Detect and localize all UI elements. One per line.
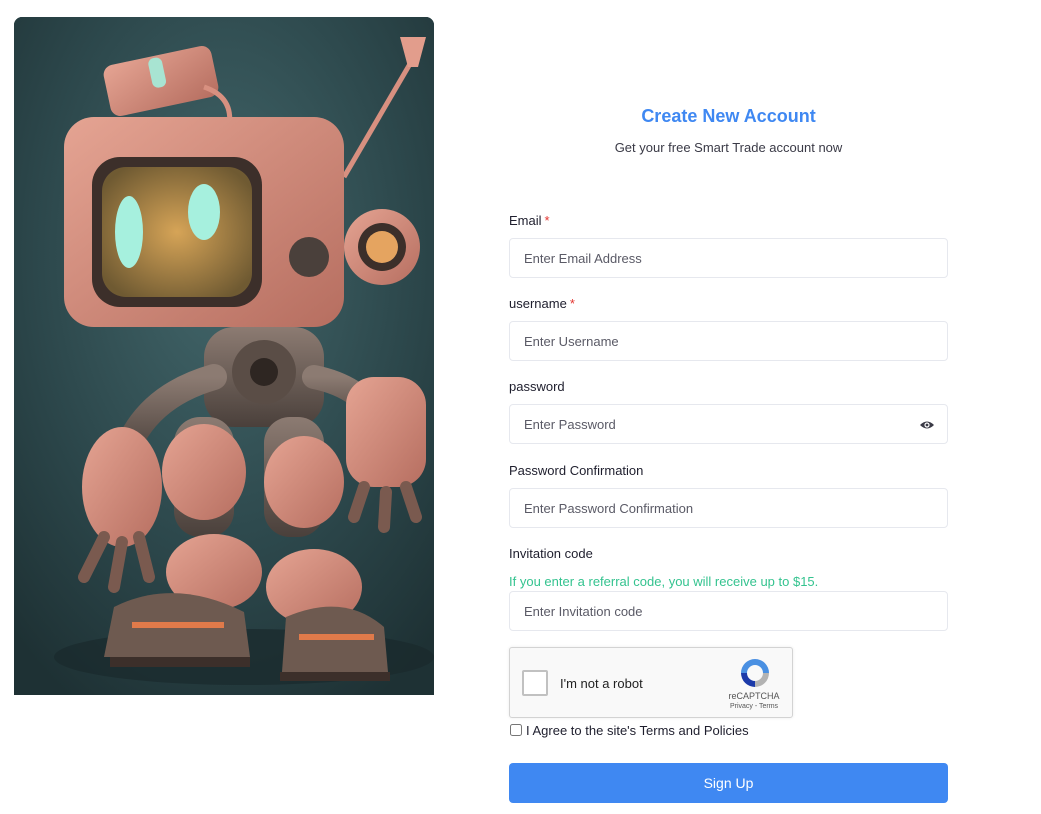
username-field[interactable] (509, 321, 948, 361)
recaptcha-brand: reCAPTCHA (728, 691, 780, 701)
hero-robot-illustration (14, 17, 434, 695)
invitation-code-field[interactable] (509, 591, 948, 631)
invitation-code-label: Invitation code (509, 546, 593, 561)
email-label-text: Email (509, 213, 542, 228)
username-label-text: username (509, 296, 567, 311)
eye-icon[interactable] (919, 417, 935, 433)
page-subtitle: Get your free Smart Trade account now (614, 140, 843, 155)
sign-up-button[interactable]: Sign Up (509, 763, 948, 803)
password-field[interactable] (509, 404, 948, 444)
recaptcha-logo-icon (741, 659, 769, 687)
required-mark: * (569, 296, 575, 311)
recaptcha-label: I'm not a robot (560, 676, 643, 691)
terms-label: I Agree to the site's Terms and Policies (526, 722, 749, 738)
email-label: Email * (509, 213, 550, 228)
required-mark: * (544, 213, 550, 228)
password-confirmation-field[interactable] (509, 488, 948, 528)
recaptcha-checkbox[interactable] (522, 670, 548, 696)
recaptcha-widget: I'm not a robot reCAPTCHA Privacy - Term… (509, 647, 793, 718)
page-title: Create New Account (641, 106, 816, 126)
referral-hint: If you enter a referral code, you will r… (509, 574, 819, 589)
password-confirmation-label: Password Confirmation (509, 463, 644, 478)
email-field[interactable] (509, 238, 948, 278)
terms-agreement[interactable]: I Agree to the site's Terms and Policies (509, 722, 749, 738)
terms-checkbox[interactable] (510, 724, 522, 736)
recaptcha-privacy-terms-links[interactable]: Privacy - Terms (716, 703, 792, 710)
password-label: password (509, 379, 565, 394)
username-label: username * (509, 296, 575, 311)
